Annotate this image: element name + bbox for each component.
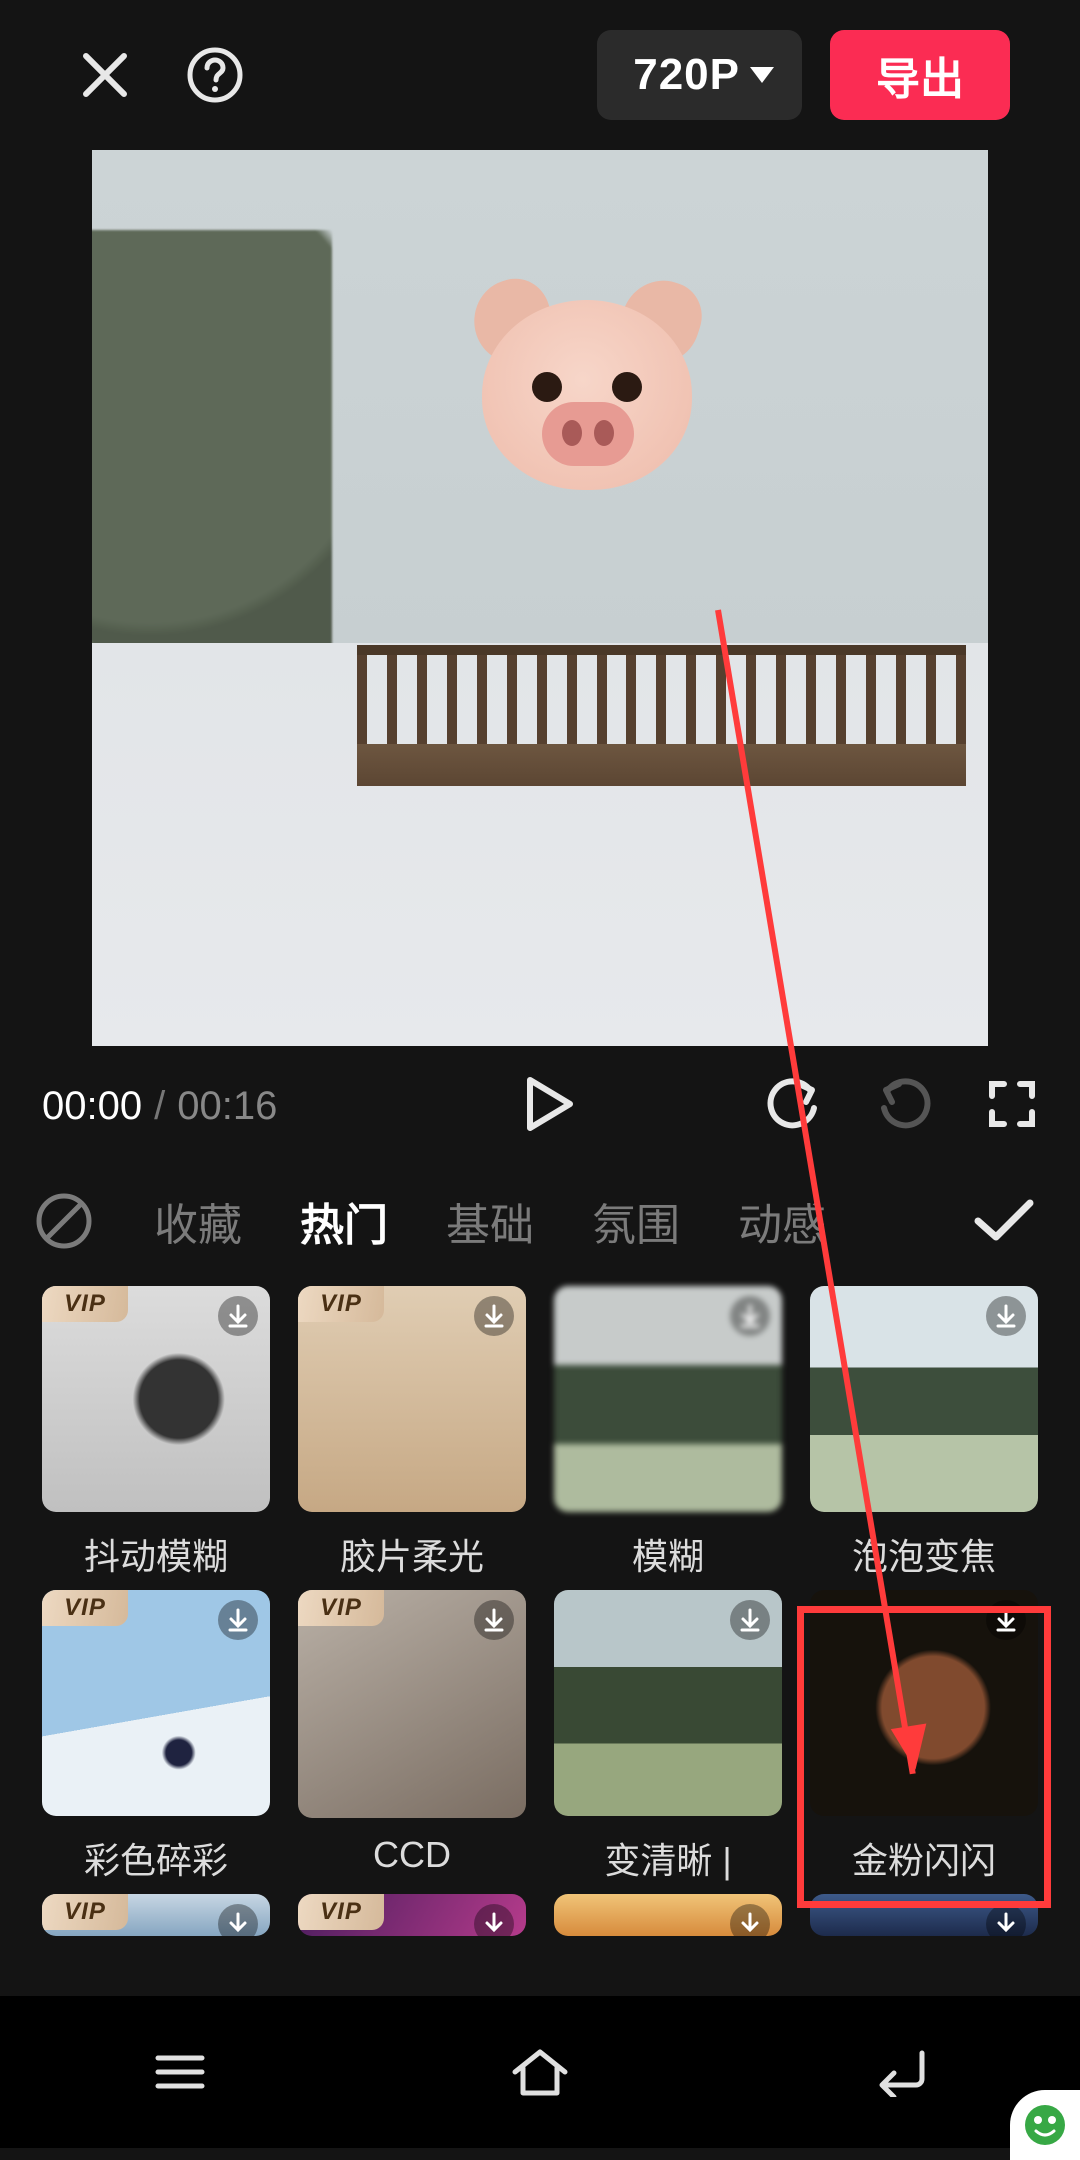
- filter-thumbnail: [810, 1590, 1038, 1816]
- fullscreen-icon: [986, 1078, 1038, 1130]
- filter-name: 泡泡变焦: [852, 1528, 996, 1580]
- redo-button[interactable]: [876, 1076, 932, 1137]
- filter-thumbnail: VIP: [298, 1590, 526, 1818]
- filter-item[interactable]: VIP 抖动模糊: [42, 1286, 270, 1580]
- tab-basic[interactable]: 基础: [446, 1189, 534, 1253]
- download-icon: [474, 1296, 514, 1336]
- vip-badge: VIP: [42, 1590, 128, 1626]
- download-icon: [986, 1296, 1026, 1336]
- download-icon: [730, 1296, 770, 1336]
- filter-name: 金粉闪闪: [852, 1832, 996, 1884]
- filter-name: 抖动模糊: [84, 1528, 228, 1580]
- pig-sticker[interactable]: [462, 280, 712, 510]
- redo-icon: [876, 1076, 932, 1132]
- filter-item[interactable]: VIP: [298, 1894, 526, 1944]
- download-icon: [986, 1904, 1026, 1936]
- nav-home-button[interactable]: [495, 2027, 585, 2117]
- back-icon: [870, 2047, 930, 2097]
- vip-badge: VIP: [298, 1286, 384, 1322]
- system-nav-bar: [0, 1996, 1080, 2148]
- play-icon: [524, 1076, 574, 1132]
- prohibit-icon: [34, 1191, 94, 1251]
- filter-category-tabs: 收藏 热门 基础 氛围 动感: [0, 1166, 1080, 1276]
- video-preview[interactable]: [92, 150, 988, 1046]
- header-bar: 720P 导出: [0, 0, 1080, 150]
- chevron-down-icon: [750, 67, 774, 83]
- nav-recent-button[interactable]: [135, 2027, 225, 2117]
- download-icon: [218, 1600, 258, 1640]
- filter-thumbnail: VIP: [42, 1286, 270, 1512]
- filter-item[interactable]: 金粉闪闪: [810, 1590, 1038, 1884]
- nav-back-button[interactable]: [855, 2027, 945, 2117]
- filter-name: 胶片柔光: [340, 1528, 484, 1580]
- play-button[interactable]: [524, 1076, 574, 1137]
- filter-thumbnail: [554, 1894, 782, 1936]
- filter-thumbnail: VIP: [298, 1286, 526, 1512]
- filter-name: CCD: [373, 1834, 451, 1876]
- download-icon: [474, 1600, 514, 1640]
- undo-icon: [766, 1076, 822, 1132]
- time-display: 00:00 / 00:16: [42, 1084, 277, 1129]
- filter-item[interactable]: VIP 彩色碎彩: [42, 1590, 270, 1884]
- close-button[interactable]: [70, 40, 140, 110]
- filter-thumbnail: VIP: [42, 1894, 270, 1936]
- tab-hot[interactable]: 热门: [300, 1189, 388, 1253]
- close-icon: [78, 48, 132, 102]
- download-icon: [474, 1904, 514, 1936]
- fullscreen-button[interactable]: [986, 1078, 1038, 1135]
- help-icon: [186, 46, 244, 104]
- resolution-dropdown[interactable]: 720P: [597, 30, 802, 120]
- watermark-badge: [1010, 2090, 1080, 2160]
- filter-item[interactable]: VIP 胶片柔光: [298, 1286, 526, 1580]
- home-icon: [507, 2044, 573, 2100]
- vip-badge: VIP: [298, 1894, 384, 1930]
- filter-name: 彩色碎彩: [84, 1832, 228, 1884]
- filter-item[interactable]: 模糊: [554, 1286, 782, 1580]
- filter-thumbnail: [810, 1894, 1038, 1936]
- help-button[interactable]: [180, 40, 250, 110]
- filter-thumbnail: [554, 1590, 782, 1816]
- filter-thumbnail: VIP: [298, 1894, 526, 1936]
- time-separator: /: [154, 1084, 165, 1129]
- export-button[interactable]: 导出: [830, 30, 1010, 120]
- app-root: 720P 导出 00:00 / 00:16: [0, 0, 1080, 2160]
- download-icon: [730, 1600, 770, 1640]
- playback-bar: 00:00 / 00:16: [0, 1046, 1080, 1166]
- time-total: 00:16: [177, 1084, 277, 1129]
- export-label: 导出: [876, 43, 964, 107]
- filter-item[interactable]: 泡泡变焦: [810, 1286, 1038, 1580]
- time-current: 00:00: [42, 1084, 142, 1129]
- filter-grid: VIP 抖动模糊 VIP 胶片柔光 模糊 泡泡变焦 VIP 彩色碎彩 VIP CCD 变…: [0, 1276, 1080, 1884]
- filter-thumbnail: VIP: [42, 1590, 270, 1816]
- download-icon: [218, 1904, 258, 1936]
- filter-item[interactable]: [810, 1894, 1038, 1944]
- undo-button[interactable]: [766, 1076, 822, 1137]
- filter-name: 变清晰 |: [604, 1832, 731, 1884]
- filter-thumbnail: [554, 1286, 782, 1512]
- filter-grid-partial: VIP VIP: [0, 1884, 1080, 1944]
- vip-badge: VIP: [298, 1590, 384, 1626]
- menu-icon: [150, 2050, 210, 2094]
- download-icon: [730, 1904, 770, 1936]
- tab-favorites[interactable]: 收藏: [154, 1189, 242, 1253]
- preview-deck: [357, 645, 966, 800]
- tab-atmosphere[interactable]: 氛围: [592, 1189, 680, 1253]
- filter-thumbnail: [810, 1286, 1038, 1512]
- filter-name: 模糊: [632, 1528, 704, 1580]
- download-icon: [986, 1600, 1026, 1640]
- vip-badge: VIP: [42, 1894, 128, 1930]
- filter-item[interactable]: VIP: [42, 1894, 270, 1944]
- filter-item[interactable]: 变清晰 |: [554, 1590, 782, 1884]
- check-icon: [972, 1197, 1036, 1245]
- clear-filter-button[interactable]: [32, 1189, 96, 1253]
- filter-item[interactable]: [554, 1894, 782, 1944]
- watermark-icon: [1024, 2104, 1066, 2146]
- vip-badge: VIP: [42, 1286, 128, 1322]
- confirm-button[interactable]: [970, 1187, 1038, 1255]
- filter-item[interactable]: VIP CCD: [298, 1590, 526, 1884]
- tab-dynamic[interactable]: 动感: [738, 1189, 826, 1253]
- download-icon: [218, 1296, 258, 1336]
- resolution-label: 720P: [633, 50, 740, 100]
